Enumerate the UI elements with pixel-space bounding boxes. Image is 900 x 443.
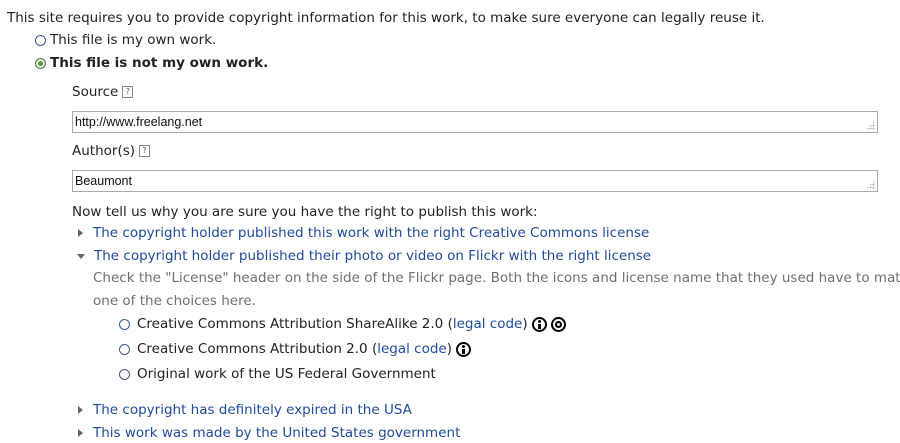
own-work-option[interactable]: This file is my own work.: [35, 31, 216, 49]
rights-option-expired-link[interactable]: The copyright has definitely expired in …: [93, 401, 412, 419]
license-cc-by-sa-2-label[interactable]: Creative Commons Attribution ShareAlike …: [137, 315, 528, 333]
rights-option-flickr[interactable]: The copyright holder published their pho…: [76, 247, 651, 265]
rights-option-flickr-link[interactable]: The copyright holder published their pho…: [94, 247, 651, 265]
rights-option-expired[interactable]: The copyright has definitely expired in …: [76, 401, 412, 419]
authors-input[interactable]: [72, 170, 878, 192]
expand-arrow-right-icon[interactable]: [78, 406, 83, 414]
own-work-label[interactable]: This file is my own work.: [50, 31, 216, 49]
authors-label: Author(s) ?: [72, 142, 151, 160]
rights-option-us-gov-link[interactable]: This work was made by the United States …: [93, 424, 460, 442]
cc-by-icon: [531, 316, 547, 332]
source-field-wrapper: [72, 111, 878, 133]
license-cc-by-2-legal-code-link[interactable]: legal code: [377, 341, 447, 357]
cc-sa-icon: [550, 316, 566, 332]
license-cc-by-sa-2-radio[interactable]: [119, 318, 130, 330]
license-cc-by-2-option[interactable]: Creative Commons Attribution 2.0 (legal …: [119, 340, 471, 358]
license-cc-by-sa-2-text: Creative Commons Attribution ShareAlike …: [137, 316, 453, 332]
license-us-gov-radio[interactable]: [119, 368, 130, 380]
license-cc-by-2-suffix: ): [446, 341, 452, 357]
authors-help-icon[interactable]: ?: [139, 145, 151, 157]
authors-label-text: Author(s): [72, 143, 136, 159]
not-own-work-label[interactable]: This file is not my own work.: [50, 54, 268, 72]
license-cc-by-2-radio[interactable]: [119, 343, 130, 355]
source-input[interactable]: [72, 111, 878, 133]
rights-option-cc-license[interactable]: The copyright holder published this work…: [76, 224, 649, 242]
license-cc-by-2-text: Creative Commons Attribution 2.0 (: [137, 341, 378, 357]
license-cc-by-sa-2-suffix: ): [522, 316, 528, 332]
flickr-hint-line-1: Check the "License" header on the side o…: [93, 270, 900, 286]
source-help-icon[interactable]: ?: [122, 86, 134, 98]
license-cc-by-sa-2-legal-code-link[interactable]: legal code: [453, 316, 523, 332]
expand-arrow-right-icon[interactable]: [78, 429, 83, 437]
cc-by-icon: [456, 341, 471, 357]
expand-arrow-right-icon[interactable]: [78, 229, 83, 237]
own-work-radio[interactable]: [35, 34, 46, 46]
rights-option-us-gov[interactable]: This work was made by the United States …: [76, 424, 460, 442]
expand-arrow-down-icon[interactable]: [77, 253, 85, 259]
authors-field-wrapper: [72, 170, 878, 192]
license-us-gov-option[interactable]: Original work of the US Federal Governme…: [119, 365, 436, 383]
rights-option-cc-license-link[interactable]: The copyright holder published this work…: [93, 224, 649, 242]
source-label: Source ?: [72, 83, 134, 101]
flickr-hint-line-2: one of the choices here.: [93, 293, 256, 309]
license-cc-by-2-label[interactable]: Creative Commons Attribution 2.0 (legal …: [137, 340, 452, 358]
license-cc-by-sa-2-option[interactable]: Creative Commons Attribution ShareAlike …: [119, 315, 566, 333]
not-own-work-radio[interactable]: [35, 57, 46, 69]
source-label-text: Source: [72, 84, 119, 100]
rights-prompt: Now tell us why you are sure you have th…: [72, 204, 538, 220]
license-us-gov-label[interactable]: Original work of the US Federal Governme…: [137, 365, 436, 383]
not-own-work-option[interactable]: This file is not my own work.: [35, 54, 268, 72]
copyright-intro-text: This site requires you to provide copyri…: [7, 10, 765, 26]
